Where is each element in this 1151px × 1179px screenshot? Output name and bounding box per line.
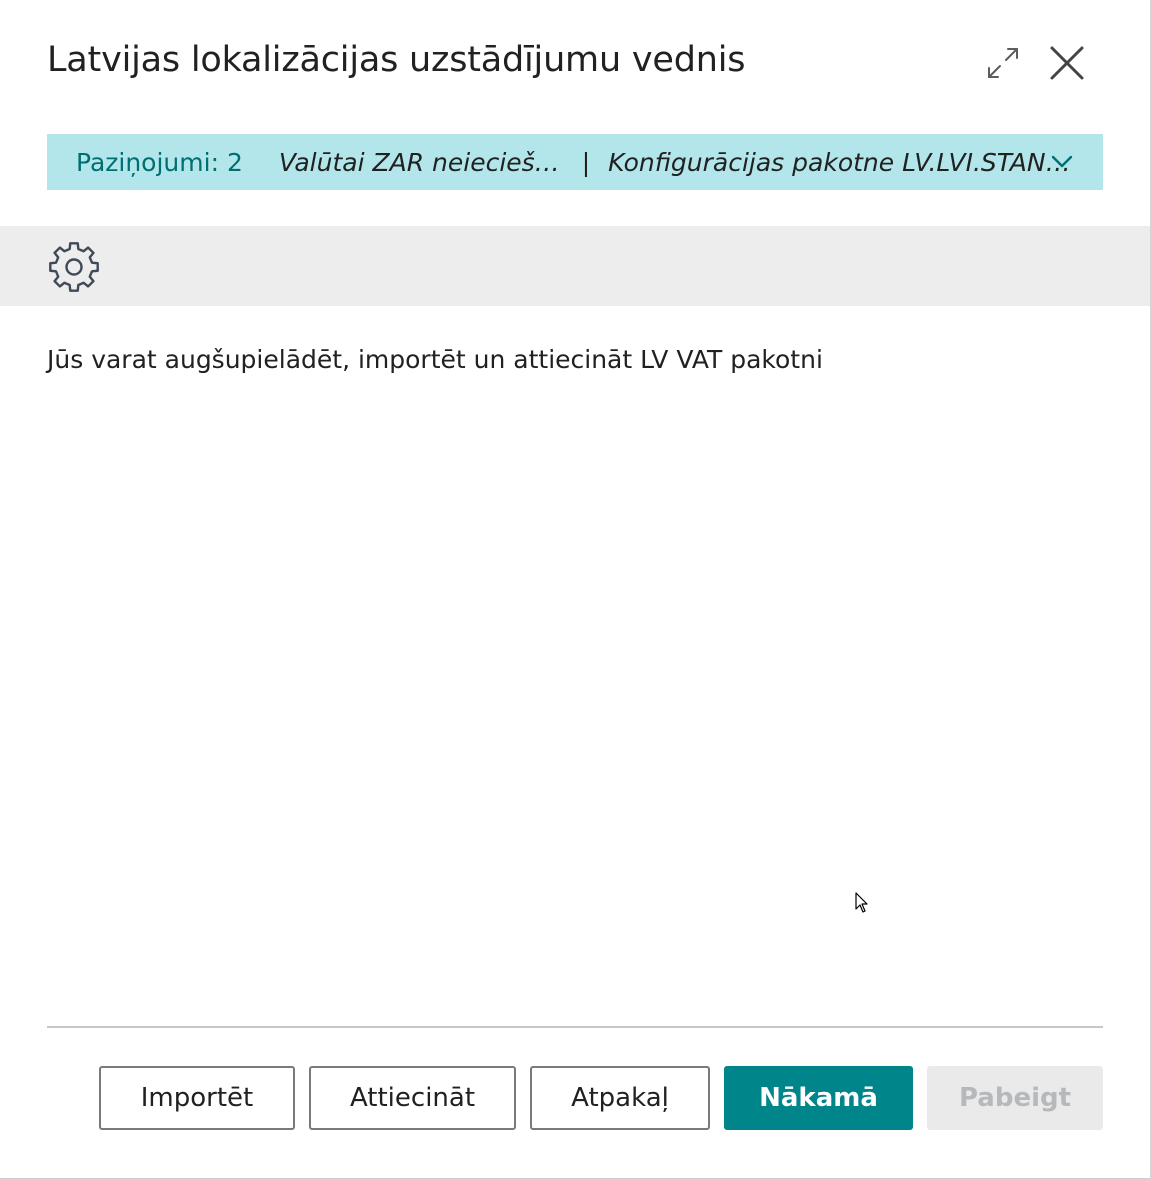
chevron-down-icon xyxy=(1051,155,1073,168)
wizard-banner xyxy=(0,226,1150,306)
expand-arrows-icon xyxy=(988,48,1018,78)
notification-expand-button[interactable] xyxy=(1047,148,1077,176)
notification-separator: | xyxy=(581,147,591,177)
import-button[interactable]: Importēt xyxy=(99,1066,295,1130)
notification-count: Paziņojumi: 2 xyxy=(76,147,243,177)
close-icon xyxy=(1050,46,1084,80)
notification-bar[interactable]: Paziņojumi: 2 Valūtai ZAR neiecieš… | Ko… xyxy=(47,134,1103,190)
setup-wizard-dialog: Latvijas lokalizācijas uzstādījumu vedni… xyxy=(0,0,1151,1179)
apply-button[interactable]: Attiecināt xyxy=(309,1066,516,1130)
next-button[interactable]: Nākamā xyxy=(724,1066,913,1130)
notification-message[interactable]: Valūtai ZAR neiecieš… xyxy=(279,148,560,177)
back-button[interactable]: Atpakaļ xyxy=(530,1066,710,1130)
dialog-title: Latvijas lokalizācijas uzstādījumu vedni… xyxy=(47,40,746,80)
close-button[interactable] xyxy=(1046,42,1088,84)
footer-divider xyxy=(47,1026,1103,1028)
mouse-cursor-icon xyxy=(855,892,868,913)
gear-icon xyxy=(49,242,99,292)
title-actions xyxy=(982,40,1088,86)
expand-button[interactable] xyxy=(982,42,1024,84)
instruction-text: Jūs varat augšupielādēt, importēt un att… xyxy=(47,345,823,374)
notification-message[interactable]: Konfigurācijas pakotne LV.LVI.STAN… xyxy=(608,148,1070,177)
finish-button: Pabeigt xyxy=(927,1066,1103,1130)
